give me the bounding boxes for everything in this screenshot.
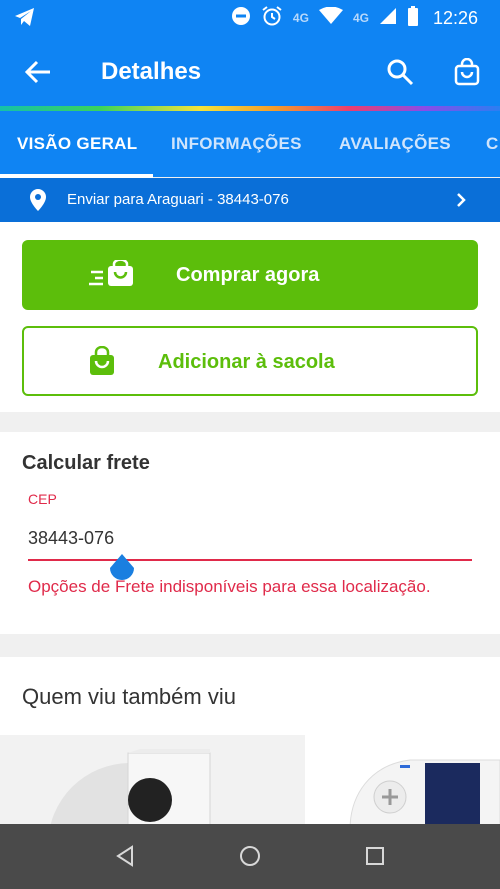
shipping-calculator-title: Calcular frete bbox=[22, 452, 150, 474]
shopping-bag-icon[interactable] bbox=[453, 57, 481, 91]
search-icon[interactable] bbox=[386, 58, 414, 91]
tab-informacoes[interactable]: INFORMAÇÕES bbox=[171, 111, 302, 177]
fast-bag-icon bbox=[89, 258, 135, 293]
product-card-controller[interactable] bbox=[330, 735, 500, 824]
tab-avaliacoes[interactable]: AVALIAÇÕES bbox=[339, 111, 451, 177]
recommendations-card: Quem viu também viu bbox=[0, 657, 500, 824]
clock: 12:26 bbox=[432, 7, 478, 28]
telegram-icon bbox=[14, 7, 36, 32]
shipping-calculator-card: Calcular frete CEP 38443-076 Opções de F… bbox=[0, 432, 500, 634]
status-bar: 4G 4G 12:26 bbox=[0, 0, 500, 36]
tab-more[interactable]: C bbox=[486, 111, 499, 177]
add-to-bag-button[interactable]: Adicionar à sacola bbox=[22, 326, 478, 396]
back-arrow-icon[interactable] bbox=[24, 58, 52, 91]
do-not-disturb-icon bbox=[231, 6, 251, 31]
tab-visao-geral[interactable]: VISÃO GERAL bbox=[17, 111, 137, 177]
cep-input-underline bbox=[28, 559, 472, 561]
tab-bar: VISÃO GERAL INFORMAÇÕES AVALIAÇÕES C bbox=[0, 111, 500, 177]
buy-now-label: Comprar agora bbox=[176, 264, 320, 286]
app-bar: Detalhes bbox=[0, 36, 500, 106]
network-type-label-2: 4G bbox=[352, 11, 369, 25]
cep-input[interactable]: 38443-076 bbox=[28, 528, 114, 549]
recommendations-title: Quem viu também viu bbox=[22, 684, 236, 709]
console-image bbox=[50, 749, 211, 824]
cell-signal-icon bbox=[379, 7, 397, 30]
cep-error-message: Opções de Frete indisponíveis para essa … bbox=[28, 577, 431, 596]
alarm-icon bbox=[261, 5, 283, 32]
location-pin-icon bbox=[29, 189, 47, 216]
shipping-location-text: Enviar para Araguari - 38443-076 bbox=[67, 191, 289, 208]
product-card-console[interactable] bbox=[0, 735, 305, 824]
page-title: Detalhes bbox=[101, 58, 202, 85]
wifi-icon bbox=[318, 6, 343, 30]
cep-field-label: CEP bbox=[28, 491, 57, 507]
network-type-label: 4G bbox=[292, 11, 309, 25]
system-navigation-bar bbox=[0, 824, 500, 889]
battery-icon bbox=[407, 5, 419, 31]
recents-nav-icon[interactable] bbox=[364, 844, 386, 873]
back-nav-icon[interactable] bbox=[114, 844, 136, 873]
purchase-actions-card: Comprar agora Adicionar à sacola bbox=[0, 222, 500, 412]
controller-image bbox=[349, 759, 500, 824]
shipping-location-bar[interactable]: Enviar para Araguari - 38443-076 bbox=[0, 178, 500, 222]
add-to-bag-label: Adicionar à sacola bbox=[158, 351, 335, 373]
buy-now-button[interactable]: Comprar agora bbox=[22, 240, 478, 310]
chevron-right-icon bbox=[455, 192, 467, 213]
shopping-bag-icon bbox=[89, 345, 115, 381]
home-nav-icon[interactable] bbox=[238, 844, 262, 873]
